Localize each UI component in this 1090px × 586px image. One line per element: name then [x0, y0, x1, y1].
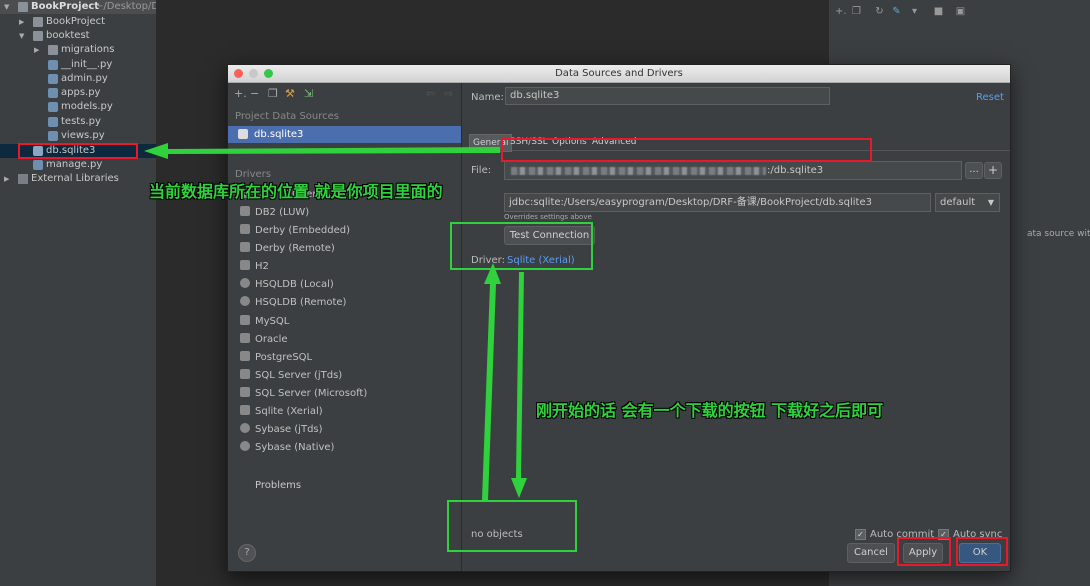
download-annotation: 刚开始的话 会有一个下载的按钮 下载好之后即可 [536, 401, 884, 420]
location-annotation: 当前数据库所在的位置 就是你项目里面的 [149, 182, 443, 201]
annotation-arrows [144, 143, 527, 500]
arrow-to-db-file [144, 143, 500, 159]
arrow-down-to-objects [511, 272, 527, 498]
arrow-up-to-driver [482, 263, 501, 500]
